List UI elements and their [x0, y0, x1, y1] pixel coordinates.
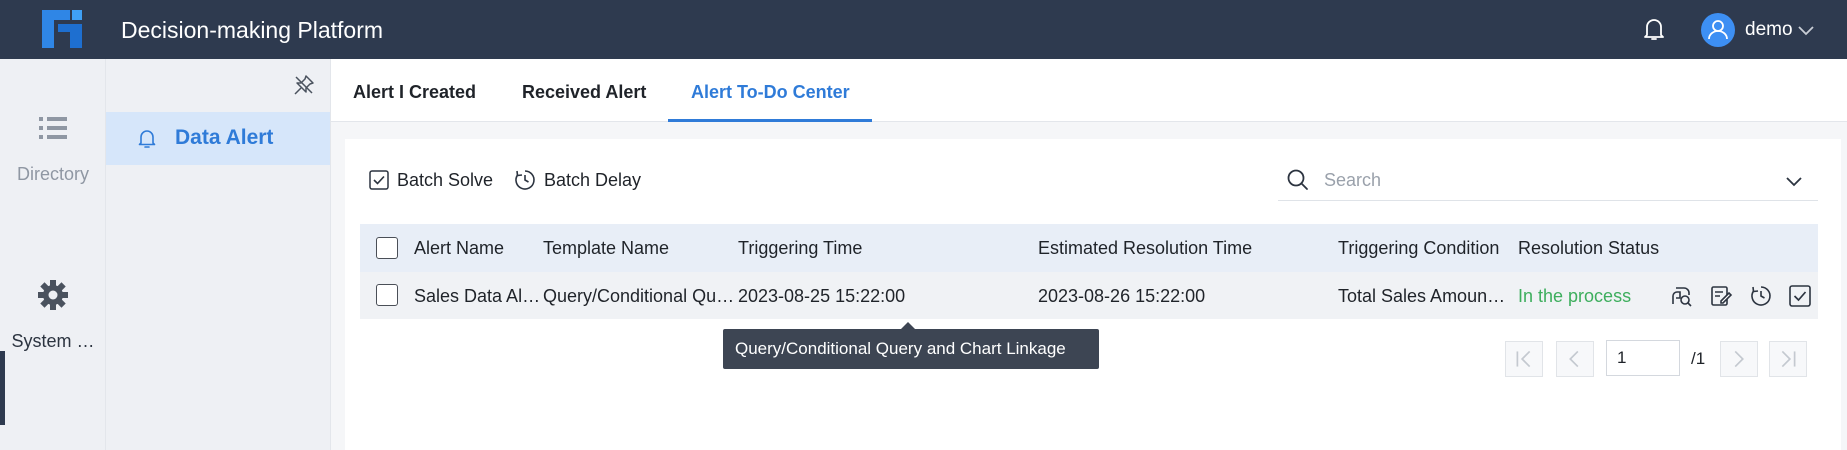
row-checkbox[interactable]: [376, 284, 398, 306]
list-icon: [39, 117, 67, 139]
column-header: Triggering Condition: [1338, 238, 1500, 258]
column-header: Alert Name: [414, 238, 505, 258]
next-page-button[interactable]: [1720, 341, 1758, 377]
gear-icon: [38, 280, 68, 310]
resolution-status-cell: In the process: [1518, 286, 1632, 306]
username[interactable]: demo: [1745, 19, 1793, 41]
page-number-input[interactable]: 1: [1606, 340, 1680, 376]
tab-alert-to-do-center[interactable]: Alert To-Do Center: [691, 82, 850, 103]
rail-item-system[interactable]: System …: [0, 279, 106, 352]
page-total: /1: [1691, 349, 1706, 368]
search-input[interactable]: Search: [1278, 158, 1818, 201]
rail-item-directory[interactable]: Directory: [0, 114, 106, 185]
search-icon: [1287, 169, 1308, 190]
template-name-tooltip: Query/Conditional Query and Chart Linkag…: [723, 322, 1099, 369]
active-tab-indicator: [668, 119, 872, 122]
triggering-condition-cell: Total Sales Amount…: [1338, 286, 1510, 306]
main-content: Alert I Created Received Alert Alert To-…: [331, 59, 1847, 450]
column-header: Template Name: [543, 238, 670, 258]
edit-icon[interactable]: [1709, 284, 1733, 308]
column-header: Resolution Status: [1518, 238, 1660, 258]
last-page-button[interactable]: [1769, 341, 1807, 377]
subnav-item-label: Data Alert: [175, 126, 274, 149]
chevron-down-icon[interactable]: [1784, 171, 1804, 191]
view-details-icon[interactable]: [1670, 284, 1694, 308]
rail-item-label: System …: [11, 331, 95, 351]
left-rail: Directory System …: [0, 59, 106, 450]
subnav-item-data-alert[interactable]: Data Alert: [106, 112, 330, 165]
batch-solve-label: Batch Solve: [397, 169, 494, 190]
bell-icon: [138, 130, 156, 148]
alert-name-cell: Sales Data Alert: [414, 286, 543, 306]
batch-delay-button[interactable]: Batch Delay: [514, 168, 641, 192]
pin-icon[interactable]: [293, 74, 315, 96]
batch-delay-label: Batch Delay: [544, 169, 642, 190]
secondary-sidebar: Data Alert: [106, 59, 331, 450]
first-page-button[interactable]: [1505, 341, 1543, 377]
column-header: Estimated Resolution Time: [1038, 238, 1253, 258]
user-avatar[interactable]: [1701, 13, 1735, 47]
app-logo: [42, 10, 82, 48]
first-page-icon: [1516, 350, 1531, 368]
rail-item-label: Directory: [16, 164, 89, 184]
chevron-right-icon: [1734, 350, 1744, 368]
table-row[interactable]: Sales Data Alert Query/Conditional Qu… 2…: [360, 272, 1818, 319]
triggering-time-cell: 2023-08-25 15:22:00: [738, 286, 906, 306]
search-placeholder: Search: [1324, 170, 1382, 190]
user-icon: [1708, 20, 1728, 40]
prev-page-button[interactable]: [1556, 341, 1594, 377]
column-header: Triggering Time: [738, 238, 863, 258]
select-all-checkbox[interactable]: [376, 237, 398, 259]
template-name-cell: Query/Conditional Qu…: [543, 286, 735, 306]
tab-bar: Alert I Created Received Alert Alert To-…: [331, 59, 1847, 122]
table-header: Alert Name Template Name Triggering Time…: [360, 224, 1818, 272]
delay-clock-icon: [515, 170, 535, 190]
notification-bell-icon[interactable]: [1642, 16, 1666, 42]
checkbox-check-icon: [369, 170, 389, 190]
last-page-icon: [1781, 350, 1796, 368]
rail-active-indicator: [0, 351, 5, 425]
delay-clock-icon[interactable]: [1749, 284, 1773, 308]
app-title: Decision-making Platform: [121, 17, 384, 43]
chevron-down-icon[interactable]: [1796, 20, 1816, 40]
solve-check-icon[interactable]: [1788, 284, 1812, 308]
batch-solve-button[interactable]: Batch Solve: [369, 168, 493, 192]
estimated-resolution-time-cell: 2023-08-26 15:22:00: [1038, 286, 1206, 306]
tab-received-alert[interactable]: Received Alert: [522, 82, 646, 103]
chevron-left-icon: [1569, 350, 1579, 368]
top-bar: Decision-making Platform demo: [0, 0, 1847, 59]
alert-panel: Batch Solve Batch Delay Search Alert Nam…: [345, 139, 1841, 450]
tab-alert-i-created[interactable]: Alert I Created: [353, 82, 476, 103]
